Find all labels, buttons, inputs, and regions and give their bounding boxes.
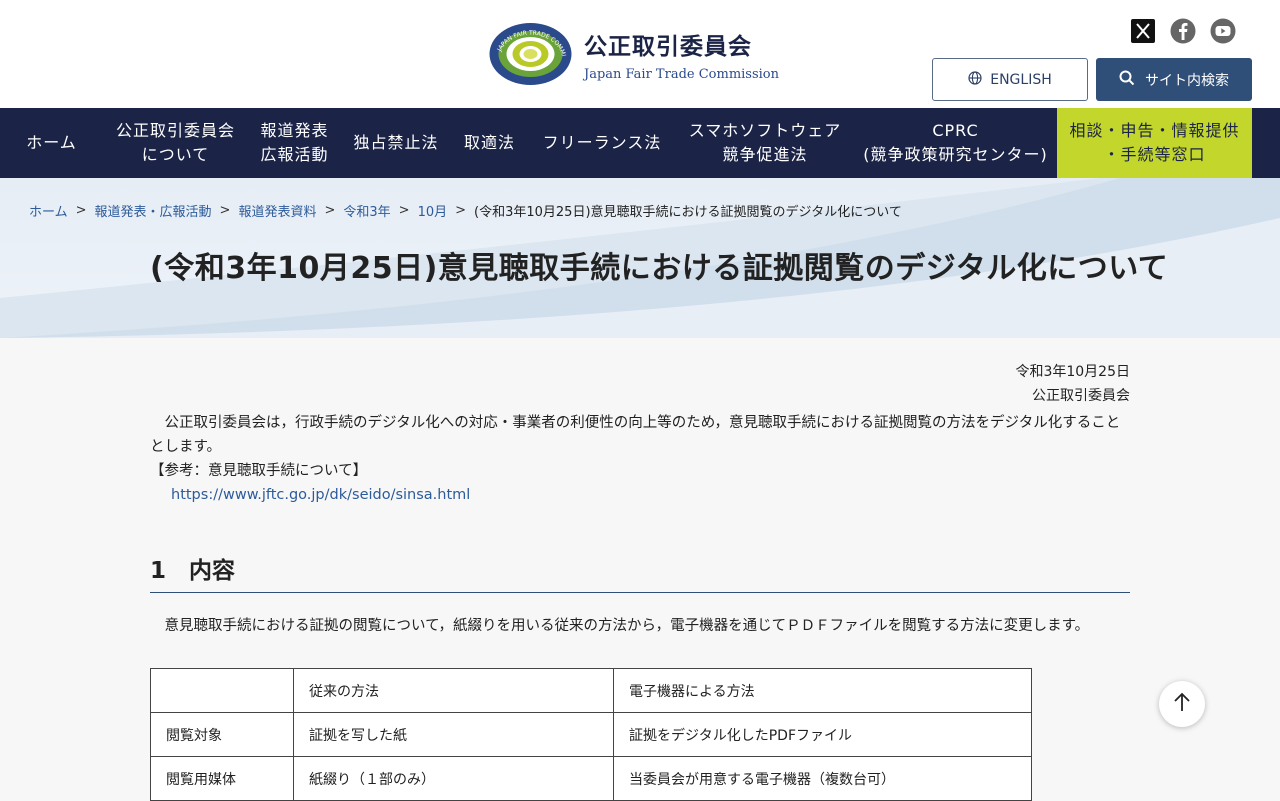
table-row: 閲覧用媒体 紙綴り（１部のみ） 当委員会が用意する電子機器（複数台可） — [150, 756, 1032, 801]
nav-item-smartphone[interactable]: スマホソフトウェア 競争促進法 — [676, 108, 854, 178]
release-date: 令和3年10月25日 — [1015, 364, 1130, 380]
reference-label: 【参考：意見聴取手続について】 — [150, 463, 368, 479]
page-hero: ホーム > 報道発表・広報活動 > 報道発表資料 > 令和3年 > 10月 > … — [0, 178, 1280, 338]
breadcrumb: ホーム > 報道発表・広報活動 > 報道発表資料 > 令和3年 > 10月 > … — [29, 201, 902, 220]
x-icon[interactable] — [1130, 18, 1156, 44]
table-row: 閲覧対象 証拠を写した紙 証拠をデジタル化したPDFファイル — [150, 712, 1032, 757]
table-cell: 証拠を写した紙 — [293, 712, 614, 757]
nav-item-toriteki[interactable]: 取適法 — [451, 108, 528, 178]
nav-item-home[interactable]: ホーム — [0, 108, 103, 178]
nav-item-press[interactable]: 報道発表 広報活動 — [248, 108, 341, 178]
page-title: (令和3年10月25日)意見聴取手続における証拠閲覧のデジタル化について — [150, 251, 1169, 286]
site-header: JAPAN FAIR TRADE COMMISSION 公正取引委員会 Japa… — [0, 0, 1280, 108]
release-org: 公正取引委員会 — [1032, 388, 1130, 404]
facebook-icon[interactable] — [1170, 18, 1196, 44]
intro-paragraph: 公正取引委員会は，行政手続のデジタル化への対応・事業者の利便性の向上等のため，意… — [150, 415, 1121, 455]
globe-icon — [968, 70, 982, 89]
table-cell: 閲覧対象 — [150, 712, 294, 757]
site-logo[interactable]: JAPAN FAIR TRADE COMMISSION 公正取引委員会 Japa… — [487, 17, 779, 86]
release-info: 令和3年10月25日 公正取引委員会 — [1015, 360, 1130, 408]
section-heading: 1 内容 — [150, 551, 1130, 593]
site-name-jp: 公正取引委員会 — [584, 33, 752, 60]
jftc-emblem-icon: JAPAN FAIR TRADE COMMISSION — [487, 17, 572, 86]
breadcrumb-month[interactable]: 10月 — [418, 201, 448, 220]
site-name-en: Japan Fair Trade Commission — [584, 66, 779, 82]
comparison-table: 従来の方法 電子機器による方法 閲覧対象 証拠を写した紙 証拠をデジタル化したP… — [150, 668, 1032, 801]
breadcrumb-separator: > — [75, 203, 87, 218]
table-header-cell: 電子機器による方法 — [613, 668, 1032, 713]
nav-item-antimonopoly[interactable]: 独占禁止法 — [341, 108, 451, 178]
nav-item-cprc[interactable]: CPRC (競争政策研究センター) — [854, 108, 1057, 178]
breadcrumb-separator: > — [324, 203, 336, 218]
back-to-top-button[interactable] — [1159, 681, 1205, 727]
breadcrumb-current: (令和3年10月25日)意見聴取手続における証拠閲覧のデジタル化について — [474, 205, 902, 220]
english-button[interactable]: ENGLISH — [932, 58, 1088, 101]
table-header-cell — [150, 668, 294, 713]
nav-item-consultation[interactable]: 相談・申告・情報提供 ・手続等窓口 — [1057, 108, 1252, 178]
arrow-up-icon — [1173, 692, 1191, 716]
youtube-icon[interactable] — [1210, 18, 1236, 44]
breadcrumb-separator: > — [455, 203, 467, 218]
site-search-button[interactable]: サイト内検索 — [1096, 58, 1252, 101]
search-label: サイト内検索 — [1145, 72, 1229, 89]
global-nav: ホーム 公正取引委員会 について 報道発表 広報活動 独占禁止法 取適法 フリー… — [0, 108, 1280, 178]
section-body: 意見聴取手続における証拠の閲覧について，紙綴りを用いる従来の方法から，電子機器を… — [150, 618, 1090, 634]
nav-item-freelance[interactable]: フリーランス法 — [528, 108, 676, 178]
breadcrumb-separator: > — [219, 203, 231, 218]
table-cell: 閲覧用媒体 — [150, 756, 294, 801]
table-cell: 紙綴り（１部のみ） — [293, 756, 614, 801]
table-cell: 当委員会が用意する電子機器（複数台可） — [613, 756, 1032, 801]
table-header-row: 従来の方法 電子機器による方法 — [150, 668, 1032, 713]
table-header-cell: 従来の方法 — [293, 668, 614, 713]
search-icon — [1119, 70, 1135, 90]
table-cell: 証拠をデジタル化したPDFファイル — [613, 712, 1032, 757]
nav-item-about[interactable]: 公正取引委員会 について — [103, 108, 248, 178]
social-links — [1130, 18, 1236, 44]
english-label: ENGLISH — [990, 71, 1052, 88]
breadcrumb-press[interactable]: 報道発表・広報活動 — [95, 201, 212, 220]
breadcrumb-year[interactable]: 令和3年 — [343, 201, 390, 220]
breadcrumb-releases[interactable]: 報道発表資料 — [238, 201, 316, 220]
breadcrumb-separator: > — [398, 203, 410, 218]
main-content: 令和3年10月25日 公正取引委員会 公正取引委員会は，行政手続のデジタル化への… — [0, 338, 1280, 801]
reference-link[interactable]: https://www.jftc.go.jp/dk/seido/sinsa.ht… — [171, 483, 470, 507]
breadcrumb-home[interactable]: ホーム — [29, 201, 68, 220]
